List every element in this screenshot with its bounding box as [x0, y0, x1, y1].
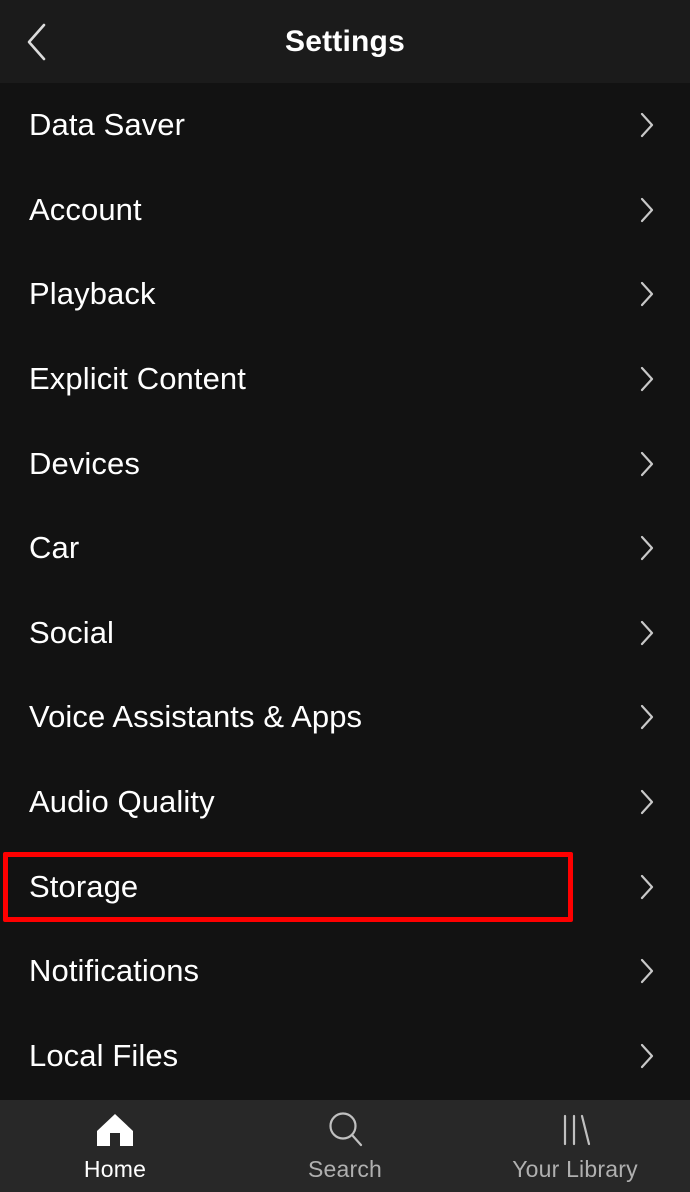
settings-row-data-saver[interactable]: Data Saver: [0, 83, 690, 168]
chevron-right-icon: [635, 366, 659, 392]
settings-row-label: Notifications: [29, 953, 200, 989]
nav-item-label: Your Library: [512, 1156, 638, 1182]
settings-row-label: Explicit Content: [29, 361, 246, 397]
home-icon: [93, 1110, 137, 1150]
chevron-right-icon: [635, 959, 659, 984]
settings-row-label: Social: [29, 614, 115, 650]
chevron-right-icon: [635, 620, 659, 645]
nav-item-label: Home: [83, 1156, 147, 1182]
settings-row-label: Account: [29, 191, 142, 227]
settings-row-devices[interactable]: Devices: [0, 421, 690, 506]
nav-item-your-library[interactable]: Your Library: [460, 1100, 690, 1192]
settings-row-social[interactable]: Social: [0, 591, 690, 676]
settings-row-explicit-content[interactable]: Explicit Content: [0, 337, 690, 422]
nav-item-search[interactable]: Search: [230, 1100, 460, 1192]
settings-row-car[interactable]: Car: [0, 506, 690, 591]
chevron-right-icon: [635, 705, 659, 730]
settings-row-label: Audio Quality: [29, 784, 215, 820]
settings-row-label: Local Files: [29, 1037, 179, 1073]
nav-item-label: Search: [307, 1156, 383, 1182]
search-icon: [323, 1110, 367, 1150]
chevron-right-icon: [635, 113, 659, 138]
settings-row-label: Data Saver: [29, 107, 186, 143]
library-icon: [553, 1110, 597, 1150]
settings-row-playback[interactable]: Playback: [0, 252, 690, 337]
chevron-right-icon: [635, 536, 659, 561]
settings-list: Data Saver Account Playback Explicit Con…: [0, 83, 690, 1100]
settings-row-label: Storage: [29, 868, 139, 904]
chevron-right-icon: [635, 1043, 659, 1068]
settings-row-voice-assistants-and-apps[interactable]: Voice Assistants & Apps: [0, 675, 690, 760]
settings-row-label: Voice Assistants & Apps: [29, 699, 363, 735]
chevron-right-icon: [635, 874, 659, 899]
chevron-right-icon: [635, 282, 659, 307]
settings-row-label: Playback: [29, 276, 156, 312]
settings-row-label: Car: [29, 530, 80, 566]
chevron-right-icon: [635, 197, 659, 222]
bottom-navigation-bar: Home Search Your Library: [0, 1100, 690, 1192]
app-header: Settings: [0, 0, 690, 83]
settings-row-audio-quality[interactable]: Audio Quality: [0, 760, 690, 845]
settings-row-local-files[interactable]: Local Files: [0, 1014, 690, 1099]
page-title: Settings: [285, 25, 405, 58]
chevron-right-icon: [635, 789, 659, 815]
chevron-right-icon: [635, 451, 659, 476]
settings-screen: Settings Data Saver Account Playback Exp…: [0, 0, 690, 1192]
nav-item-home[interactable]: Home: [0, 1100, 230, 1192]
settings-row-label: Devices: [29, 445, 140, 481]
settings-row-notifications[interactable]: Notifications: [0, 929, 690, 1014]
settings-row-account[interactable]: Account: [0, 168, 690, 253]
settings-row-storage[interactable]: Storage: [0, 844, 690, 929]
